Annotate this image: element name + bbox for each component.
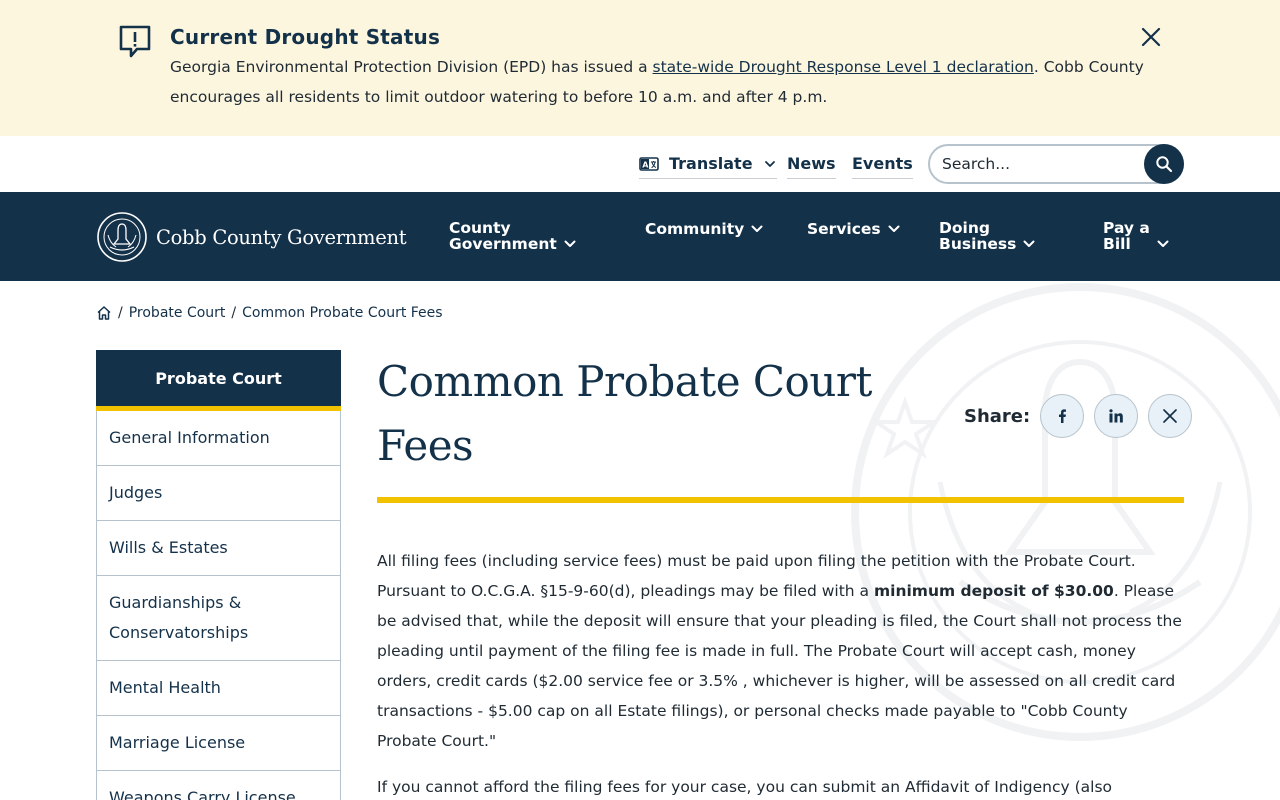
home-icon[interactable] — [96, 305, 112, 321]
facebook-icon — [1059, 409, 1067, 423]
sidebar-item-judges[interactable]: Judges — [96, 466, 341, 521]
sidebar-item-weapons-carry-license[interactable]: Weapons Carry License — [96, 771, 341, 800]
search-button[interactable] — [1144, 144, 1184, 184]
nav-label: Doing Business — [939, 219, 1017, 253]
sidebar-item-label: Judges — [109, 483, 163, 502]
translate-label: Translate — [669, 154, 753, 173]
news-link[interactable]: News — [787, 154, 836, 179]
svg-text:A: A — [642, 160, 649, 169]
paragraph-text-2: . Please be advised that, while the depo… — [377, 582, 1182, 750]
search-input[interactable] — [942, 153, 1142, 175]
search-box — [928, 144, 1184, 184]
breadcrumb-probate-court[interactable]: Probate Court — [129, 305, 226, 321]
sidebar-item-mental-health[interactable]: Mental Health — [96, 661, 341, 716]
share-label: Share: — [964, 405, 1031, 427]
nav-label: Community — [645, 220, 745, 238]
logo-text: Cobb County Government — [156, 225, 407, 249]
sidebar-title[interactable]: Probate Court — [96, 350, 341, 406]
x-icon — [1163, 409, 1178, 423]
nav-label: Pay a Bill — [1103, 219, 1150, 253]
nav-pay-a-bill[interactable]: Pay a Bill — [1103, 220, 1170, 252]
share-linkedin-button[interactable] — [1094, 394, 1139, 438]
title-divider — [377, 497, 1184, 503]
close-icon[interactable] — [1138, 24, 1164, 50]
sidebar-item-general-information[interactable]: General Information — [96, 411, 341, 466]
main-navigation: Cobb County Government County Government… — [0, 192, 1280, 281]
indigency-paragraph: If you cannot afford the filing fees for… — [377, 778, 1113, 796]
main-content: All filing fees (including service fees)… — [377, 546, 1184, 800]
nav-label: Services — [807, 220, 881, 238]
sidebar-item-marriage-license[interactable]: Marriage License — [96, 716, 341, 771]
breadcrumb: / Probate Court / Common Probate Court F… — [96, 305, 443, 321]
sidebar-item-guardianships[interactable]: Guardianships & Conservatorships — [96, 576, 341, 661]
nav-county-government[interactable]: County Government — [449, 220, 577, 252]
events-link[interactable]: Events — [852, 154, 913, 179]
alert-message-icon — [119, 25, 151, 58]
utility-bar: A Translate News Events — [0, 136, 1280, 192]
drought-alert-banner: Current Drought Status Georgia Environme… — [0, 0, 1280, 136]
nav-doing-business[interactable]: Doing Business — [939, 220, 1036, 252]
breadcrumb-separator: / — [231, 305, 237, 321]
sidebar-item-label: General Information — [109, 428, 270, 447]
chevron-down-icon — [751, 225, 763, 232]
alert-title: Current Drought Status — [170, 25, 441, 49]
nav-label: County Government — [449, 219, 557, 253]
search-icon — [1156, 156, 1173, 173]
chevron-down-icon — [764, 160, 775, 167]
site-logo[interactable]: Cobb County Government — [96, 211, 407, 263]
nav-community[interactable]: Community — [645, 221, 764, 237]
sidebar-item-label: Wills & Estates — [109, 538, 228, 557]
section-sidebar: Probate Court General Information Judges… — [96, 350, 341, 800]
nav-services[interactable]: Services — [807, 221, 901, 237]
drought-declaration-link[interactable]: state-wide Drought Response Level 1 decl… — [653, 58, 1034, 76]
share-x-button[interactable] — [1148, 394, 1193, 438]
chevron-down-icon — [564, 240, 576, 247]
chevron-down-icon — [888, 225, 900, 232]
sidebar-item-label: Marriage License — [109, 733, 246, 752]
fees-paragraph: All filing fees (including service fees)… — [377, 546, 1184, 756]
page-title: Common Probate Court Fees — [377, 357, 872, 470]
translate-icon: A — [639, 156, 659, 171]
sidebar-item-wills-estates[interactable]: Wills & Estates — [96, 521, 341, 576]
sidebar-item-label: Guardianships & Conservatorships — [109, 593, 249, 642]
share-facebook-button[interactable] — [1040, 394, 1085, 438]
breadcrumb-current: Common Probate Court Fees — [242, 305, 443, 321]
breadcrumb-separator: / — [118, 305, 123, 321]
alert-body: Georgia Environmental Protection Divisio… — [170, 52, 1150, 112]
chevron-down-icon — [1157, 240, 1169, 247]
county-seal-icon — [97, 212, 147, 262]
translate-button[interactable]: A Translate — [639, 154, 777, 179]
sidebar-item-label: Mental Health — [109, 678, 221, 697]
sidebar-item-label: Weapons Carry License — [109, 788, 296, 800]
linkedin-icon — [1109, 409, 1124, 423]
alert-body-text: Georgia Environmental Protection Divisio… — [170, 58, 653, 76]
chevron-down-icon — [1023, 240, 1035, 247]
share-bar: Share: — [964, 394, 1193, 438]
minimum-deposit-text: minimum deposit of $30.00 — [873, 582, 1114, 600]
